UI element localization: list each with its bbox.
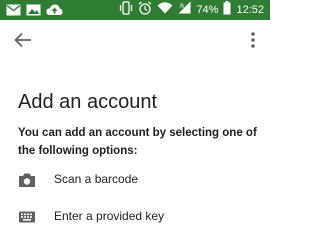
alarm-icon bbox=[138, 0, 152, 20]
page-description: You can add an account by selecting one … bbox=[18, 127, 257, 157]
page-title: Add an account bbox=[18, 91, 157, 113]
arrow-left-icon bbox=[14, 32, 31, 48]
cloud-upload-icon bbox=[46, 3, 63, 21]
status-bar: R 74% 12:52 bbox=[0, 0, 270, 20]
camera-icon bbox=[18, 172, 36, 188]
back-button[interactable] bbox=[12, 30, 34, 50]
scan-barcode-option[interactable]: Scan a barcode bbox=[0, 162, 270, 198]
svg-text:R: R bbox=[180, 3, 184, 10]
status-bar-notifications bbox=[6, 3, 63, 21]
status-bar-system: R 74% 12:52 bbox=[119, 0, 264, 20]
battery-percent: 74% bbox=[196, 4, 219, 16]
scan-barcode-label: Scan a barcode bbox=[54, 172, 139, 186]
more-options-button[interactable] bbox=[250, 31, 256, 49]
keyboard-icon bbox=[18, 209, 36, 225]
vibrate-icon bbox=[119, 0, 133, 20]
status-time: 12:52 bbox=[236, 4, 264, 16]
image-icon bbox=[26, 3, 41, 21]
enter-key-option[interactable]: Enter a provided key bbox=[0, 199, 270, 235]
wifi-icon bbox=[157, 1, 173, 19]
battery-icon bbox=[223, 0, 231, 20]
enter-key-label: Enter a provided key bbox=[54, 209, 165, 223]
mail-icon bbox=[6, 3, 21, 21]
app-bar bbox=[0, 20, 270, 60]
signal-icon: R bbox=[178, 1, 191, 19]
more-vert-icon bbox=[251, 32, 255, 48]
